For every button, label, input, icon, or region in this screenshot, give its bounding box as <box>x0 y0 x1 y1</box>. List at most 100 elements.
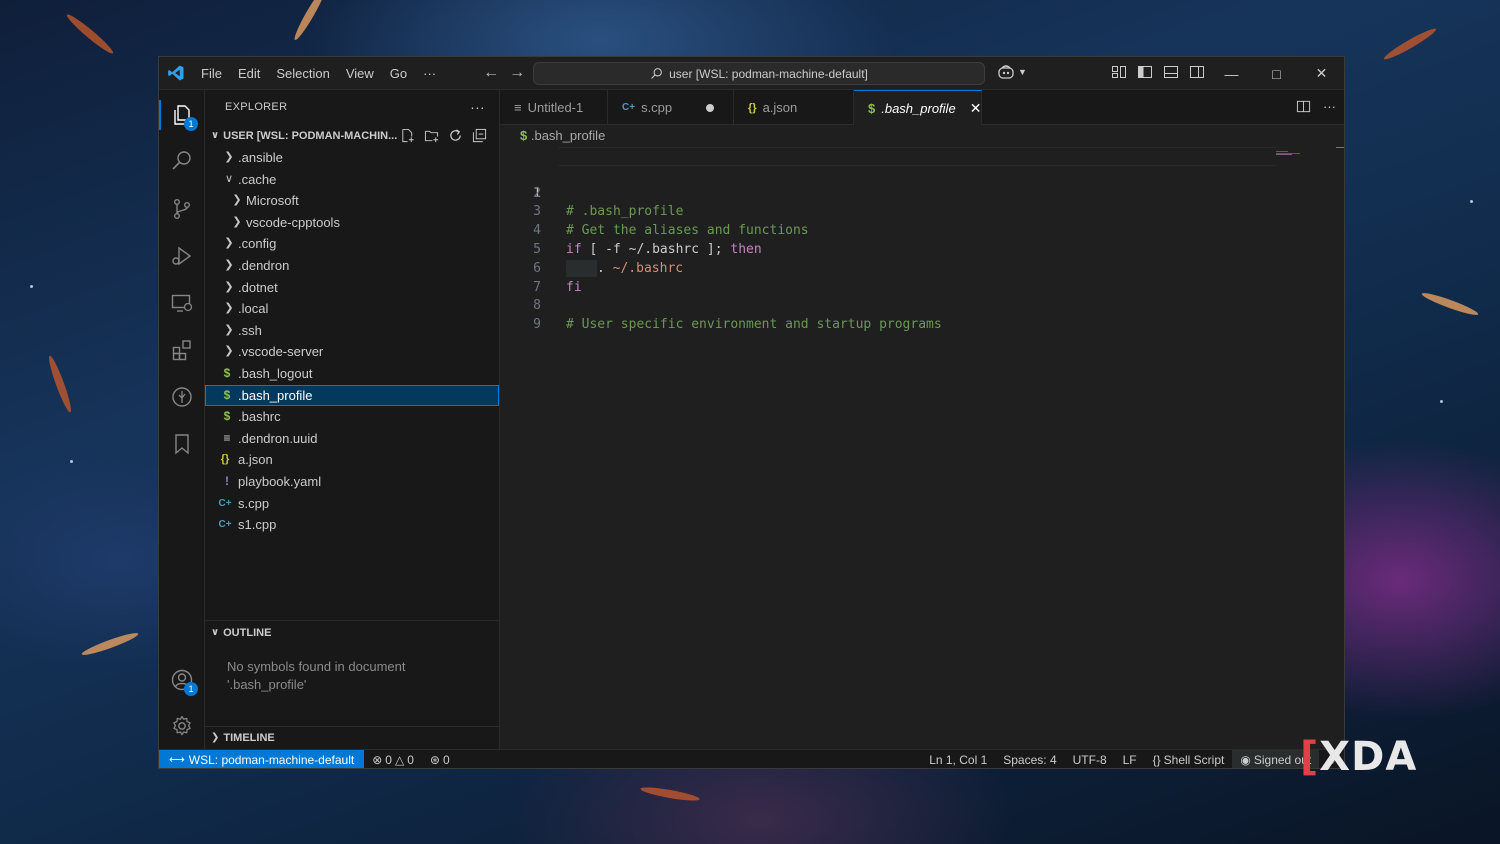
dendron-icon[interactable] <box>159 374 205 420</box>
settings-gear-icon[interactable] <box>159 703 205 749</box>
tree-item-dendron-uuid[interactable]: ≡ .dendron.uuid <box>205 428 499 450</box>
current-line-highlight <box>558 147 1276 166</box>
toggle-panel-icon[interactable] <box>1163 64 1179 80</box>
outline-header[interactable]: ∨ OUTLINE <box>205 622 499 644</box>
chevron-right-icon: ❯ <box>232 194 242 207</box>
tree-item-s-cpp[interactable]: C+ s.cpp <box>205 493 499 515</box>
code-editor[interactable]: 1 # .bash_profile 2 3 # Get the aliases … <box>500 147 1344 749</box>
tree-item-ansible[interactable]: ❯ .ansible <box>205 147 499 169</box>
tree-item-playbook-yaml[interactable]: ! playbook.yaml <box>205 471 499 493</box>
broadcast-icon: ⊛ <box>429 753 440 767</box>
refresh-icon[interactable] <box>448 128 463 143</box>
background-leaf <box>1382 25 1438 63</box>
ports-indicator[interactable]: ⊛ 0 <box>422 753 458 767</box>
language-label: Shell Script <box>1163 753 1225 767</box>
back-arrow-icon[interactable]: ← <box>478 64 504 82</box>
shell-file-icon: $ <box>868 100 876 116</box>
tree-item-vscode-cpptools[interactable]: ❯ vscode-cpptools <box>205 212 499 234</box>
accounts-icon[interactable]: 1 <box>159 657 205 703</box>
tab-untitled-1[interactable]: ≡ Untitled-1 <box>500 90 608 125</box>
cpp-file-icon: C+ <box>218 519 232 531</box>
source-control-icon[interactable] <box>159 186 205 232</box>
chevron-down-icon: ∨ <box>211 130 220 141</box>
unsaved-dot-icon[interactable] <box>706 103 715 112</box>
menu-more[interactable]: ··· <box>415 57 444 90</box>
code-text: # User specific environment and startup … <box>566 317 942 333</box>
menu-edit[interactable]: Edit <box>230 57 268 90</box>
tree-item-label: s1.cpp <box>238 517 277 533</box>
command-center-search[interactable]: user [WSL: podman-machine-default] <box>533 62 985 85</box>
encoding[interactable]: UTF-8 <box>1065 753 1115 767</box>
code-line: 6 fi <box>500 241 1344 295</box>
cursor-position[interactable]: Ln 1, Col 1 <box>921 753 995 767</box>
shell-file-icon: $ <box>520 128 528 143</box>
code-line: 3 # Get the aliases and functions <box>500 185 1344 238</box>
breadcrumb-file[interactable]: .bash_profile <box>531 128 605 143</box>
new-folder-icon[interactable] <box>424 128 439 143</box>
bookmark-icon[interactable] <box>159 421 205 467</box>
search-icon[interactable] <box>159 138 205 184</box>
minimap[interactable] <box>1276 151 1306 157</box>
toggle-secondary-sidebar-icon[interactable] <box>1189 64 1205 80</box>
menu-view[interactable]: View <box>338 57 382 90</box>
tree-item-cache[interactable]: ∨ .cache <box>205 169 499 191</box>
code-line: 1 # .bash_profile <box>500 147 1344 219</box>
remote-indicator[interactable]: ⟷ WSL: podman-machine-default <box>159 749 365 768</box>
scrollbar-cursor-marker <box>1336 147 1344 148</box>
tree-item-config[interactable]: ❯ .config <box>205 233 499 255</box>
menu-go[interactable]: Go <box>382 57 415 90</box>
tree-item-ssh[interactable]: ❯ .ssh <box>205 320 499 342</box>
tree-item-dotnet[interactable]: ❯ .dotnet <box>205 277 499 299</box>
menu-file[interactable]: File <box>193 57 230 90</box>
menu-selection[interactable]: Selection <box>268 57 337 90</box>
warning-count: 0 <box>407 753 414 767</box>
warning-icon: △ <box>394 753 405 767</box>
remote-icon: ⟷ <box>169 753 185 766</box>
xda-watermark-logo: [XDA <box>1300 734 1417 780</box>
tree-item-bash-logout[interactable]: $ .bash_logout <box>205 363 499 385</box>
tree-item-microsoft[interactable]: ❯ Microsoft <box>205 190 499 212</box>
tree-item-s1-cpp[interactable]: C+ s1.cpp <box>205 514 499 536</box>
ports-count: 0 <box>442 753 450 767</box>
toggle-primary-sidebar-icon[interactable] <box>1137 64 1153 80</box>
tree-item-bash-profile[interactable]: $ .bash_profile <box>205 384 499 407</box>
shell-file-icon: $ <box>223 365 231 380</box>
new-file-icon[interactable] <box>400 128 415 143</box>
explorer-header: EXPLORER ··· <box>205 90 499 125</box>
minimize-icon[interactable]: — <box>1209 57 1254 90</box>
tree-item-bashrc[interactable]: $ .bashrc <box>205 406 499 428</box>
tree-item-label: .ssh <box>238 322 262 338</box>
tree-item-dendron[interactable]: ❯ .dendron <box>205 255 499 277</box>
end-of-line[interactable]: LF <box>1115 753 1145 767</box>
split-editor-icon[interactable] <box>1296 99 1311 117</box>
customize-layout-icon[interactable] <box>1111 64 1127 80</box>
tab-bash-profile[interactable]: $ .bash_profile ✕ <box>854 90 982 125</box>
chevron-right-icon: ❯ <box>211 732 220 743</box>
code-line: 8 # User specific environment and startu… <box>500 279 1344 332</box>
extensions-icon[interactable] <box>159 327 205 373</box>
tree-item-a-json[interactable]: {} a.json <box>205 449 499 471</box>
explorer-icon[interactable]: 1 <box>159 92 205 138</box>
language-mode[interactable]: {} Shell Script <box>1145 753 1233 767</box>
workspace-root-header[interactable]: ∨ USER [WSL: PODMAN-MACHIN... <box>205 125 499 147</box>
more-actions-icon[interactable]: ··· <box>1323 99 1336 117</box>
maximize-icon[interactable]: □ <box>1254 57 1299 90</box>
collapse-all-icon[interactable] <box>472 128 487 143</box>
tree-item-label: .dotnet <box>238 279 278 295</box>
close-icon[interactable]: ✕ <box>1299 57 1344 90</box>
copilot-button[interactable]: ▼ <box>997 64 1027 80</box>
remote-explorer-icon[interactable] <box>159 280 205 326</box>
tab-a-json[interactable]: {} a.json <box>734 90 854 125</box>
timeline-header[interactable]: ❯ TIMELINE <box>205 727 499 749</box>
run-debug-icon[interactable] <box>159 233 205 279</box>
tree-item-local[interactable]: ❯ .local <box>205 298 499 320</box>
more-actions-icon[interactable]: ··· <box>470 90 485 125</box>
indentation[interactable]: Spaces: 4 <box>995 753 1064 767</box>
tree-item-vscode-server[interactable]: ❯ .vscode-server <box>205 341 499 363</box>
xda-bracket-icon: [ <box>1300 734 1320 780</box>
tree-item-label: .cache <box>238 171 277 187</box>
close-tab-icon[interactable]: ✕ <box>970 100 982 117</box>
tab-s-cpp[interactable]: C+ s.cpp <box>608 90 734 125</box>
problems-indicator[interactable]: ⊗ 0 △ 0 <box>364 753 422 767</box>
forward-arrow-icon[interactable]: → <box>504 64 530 82</box>
